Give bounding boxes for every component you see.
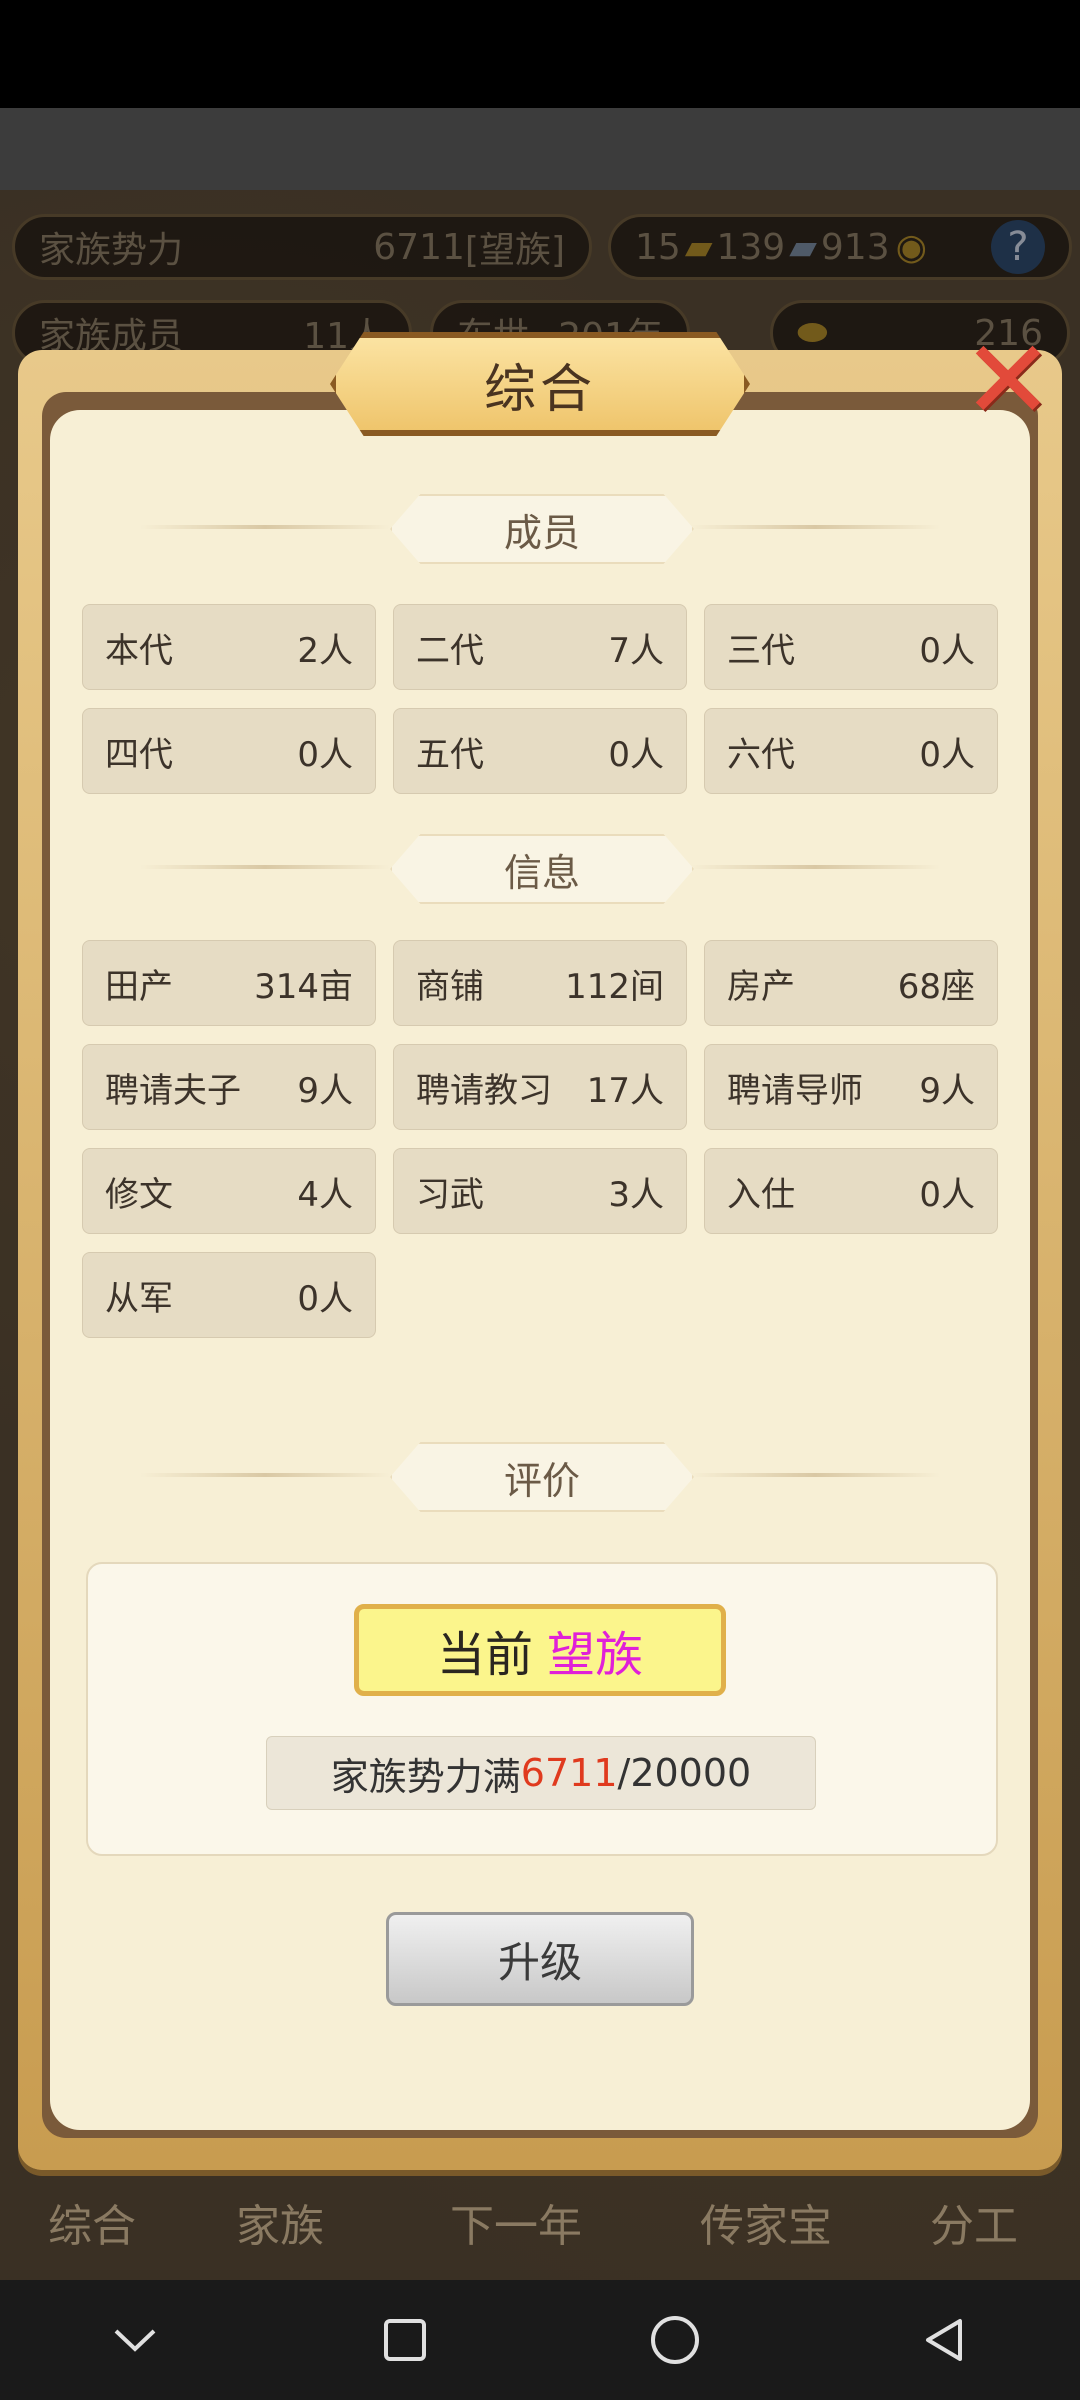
circle-icon[interactable] <box>615 2280 735 2400</box>
stat-value: 0人 <box>919 630 975 671</box>
stat-label: 商铺 <box>416 966 484 1007</box>
stat-cell-literature: 修文 4人 <box>82 1148 376 1234</box>
section-evaluation-header: 评价 <box>140 1442 940 1512</box>
stat-value: 0人 <box>608 734 664 775</box>
current-rank-label: 当前 <box>436 1627 533 1683</box>
stat-value: 0人 <box>297 1278 353 1319</box>
stat-cell-mentors: 聘请导师 9人 <box>704 1044 998 1130</box>
power-target: /20000 <box>617 1751 752 1795</box>
stat-cell-military: 从军 0人 <box>82 1252 376 1338</box>
stat-cell-martial: 习武 3人 <box>393 1148 687 1234</box>
members-grid: 本代 2人 二代 7人 三代 0人 四代 0人 五代 0人 六代 0人 <box>82 604 998 794</box>
stat-cell-shops: 商铺 112间 <box>393 940 687 1026</box>
stat-value: 68座 <box>897 966 975 1007</box>
stat-label: 三代 <box>727 630 795 671</box>
section-evaluation-title: 评价 <box>390 1442 694 1512</box>
stat-value: 7人 <box>608 630 664 671</box>
tab-family[interactable]: 家族 <box>236 2190 324 2254</box>
info-grid: 田产 314亩 商铺 112间 房产 68座 聘请夫子 9人 聘请教习 17人 聘请导师 9… <box>82 940 998 1338</box>
stat-label: 聘请夫子 <box>105 1070 241 1111</box>
game-bottom-tabs: 综合 家族 下一年 传家宝 分工 <box>0 2190 1080 2280</box>
stat-cell-generation-3: 三代 0人 <box>704 604 998 690</box>
stat-cell-generation-6: 六代 0人 <box>704 708 998 794</box>
tab-next-year[interactable]: 下一年 <box>450 2190 582 2254</box>
stat-label: 四代 <box>105 734 173 775</box>
stat-value: 0人 <box>919 734 975 775</box>
stat-cell-houses: 房产 68座 <box>704 940 998 1026</box>
stat-value: 17人 <box>586 1070 664 1111</box>
stat-label: 二代 <box>416 630 484 671</box>
status-bar <box>0 0 1080 108</box>
section-info-title: 信息 <box>390 834 694 904</box>
stat-cell-generation-2: 二代 7人 <box>393 604 687 690</box>
stat-label: 六代 <box>727 734 795 775</box>
tab-assign[interactable]: 分工 <box>930 2190 1018 2254</box>
power-current: 6711 <box>520 1751 618 1795</box>
dialog-title: 综合 <box>330 332 750 436</box>
triangle-back-icon[interactable] <box>885 2280 1005 2400</box>
stat-label: 入仕 <box>727 1174 795 1215</box>
stat-value: 9人 <box>297 1070 353 1111</box>
section-members-header: 成员 <box>140 494 940 564</box>
stat-label: 五代 <box>416 734 484 775</box>
upgrade-button[interactable]: 升级 <box>386 1912 694 2006</box>
stat-label: 从军 <box>105 1278 173 1319</box>
stat-label: 本代 <box>105 630 173 671</box>
stat-label: 修文 <box>105 1174 173 1215</box>
stat-value: 4人 <box>297 1174 353 1215</box>
top-spacer <box>0 108 1080 190</box>
stat-value: 314亩 <box>254 966 353 1007</box>
tab-overview[interactable]: 综合 <box>48 2190 136 2254</box>
section-info-header: 信息 <box>140 834 940 904</box>
section-members-title: 成员 <box>390 494 694 564</box>
stat-cell-generation-5: 五代 0人 <box>393 708 687 794</box>
stat-value: 0人 <box>919 1174 975 1215</box>
stat-value: 0人 <box>297 734 353 775</box>
stat-cell-generation-1: 本代 2人 <box>82 604 376 690</box>
square-icon[interactable] <box>345 2280 465 2400</box>
tab-heirloom[interactable]: 传家宝 <box>700 2190 832 2254</box>
stat-cell-generation-4: 四代 0人 <box>82 708 376 794</box>
stat-value: 9人 <box>919 1070 975 1111</box>
current-rank-badge: 当前 望族 <box>354 1604 726 1696</box>
stat-cell-instructors: 聘请教习 17人 <box>393 1044 687 1130</box>
stat-value: 112间 <box>565 966 664 1007</box>
stat-value: 2人 <box>297 630 353 671</box>
close-x-icon[interactable]: ✕ <box>958 316 1058 444</box>
stat-label: 聘请导师 <box>727 1070 863 1111</box>
stat-value: 3人 <box>608 1174 664 1215</box>
stat-cell-official: 入仕 0人 <box>704 1148 998 1234</box>
stat-label: 房产 <box>727 966 795 1007</box>
chevron-down-icon[interactable] <box>75 2280 195 2400</box>
power-prefix: 家族势力满 <box>330 1754 521 1799</box>
stat-label: 习武 <box>416 1174 484 1215</box>
stat-label: 聘请教习 <box>416 1070 552 1111</box>
current-rank-value: 望族 <box>547 1627 644 1683</box>
stat-cell-tutors: 聘请夫子 9人 <box>82 1044 376 1130</box>
stat-cell-farmland: 田产 314亩 <box>82 940 376 1026</box>
stat-label: 田产 <box>105 966 173 1007</box>
android-navigation-bar <box>0 2280 1080 2400</box>
power-progress-text: 家族势力满 6711/20000 <box>266 1736 816 1810</box>
